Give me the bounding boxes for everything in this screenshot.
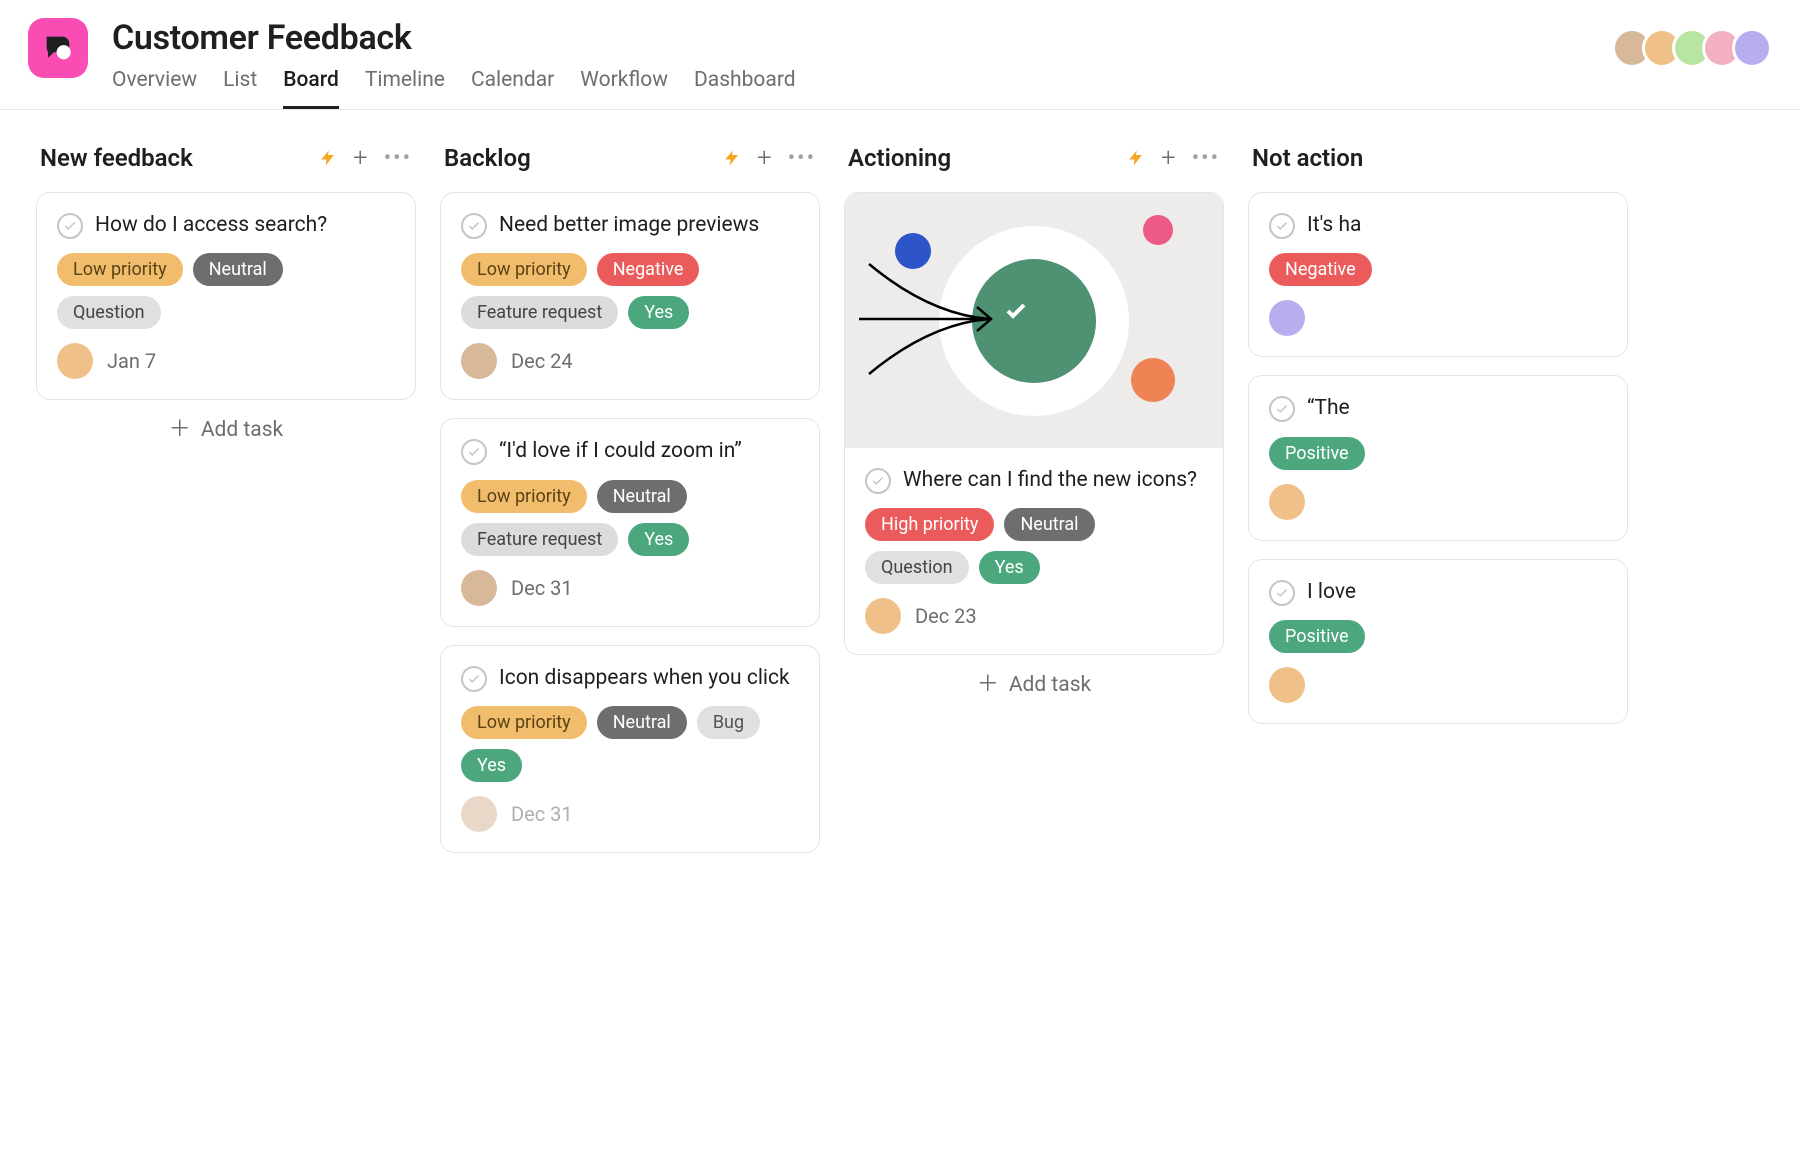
tab-board[interactable]: Board — [283, 68, 339, 109]
column: Actioning + ••• Where can I find the new ic… — [844, 144, 1224, 853]
tag-pill[interactable]: Low priority — [57, 253, 183, 286]
plus-icon: ＋ — [169, 419, 191, 441]
tag-pill[interactable]: Yes — [628, 296, 689, 329]
column-title: New feedback — [40, 144, 193, 172]
add-card-button[interactable]: + — [353, 145, 368, 171]
assignee-avatar[interactable] — [1269, 300, 1305, 336]
tag-pill[interactable]: Yes — [628, 523, 689, 556]
column-title: Backlog — [444, 144, 531, 172]
complete-checkbox[interactable] — [1269, 396, 1295, 422]
column: New feedback + ••• How do I access search? L… — [36, 144, 416, 853]
complete-checkbox[interactable] — [865, 468, 891, 494]
add-card-button[interactable]: + — [757, 145, 772, 171]
assignee-avatar[interactable] — [1269, 667, 1305, 703]
complete-checkbox[interactable] — [461, 439, 487, 465]
task-card[interactable]: Need better image previews Low priority Ne… — [440, 192, 820, 400]
add-card-button[interactable]: + — [1161, 145, 1176, 171]
card-title: Need better image previews — [499, 211, 759, 239]
card-title: It's ha — [1307, 211, 1361, 239]
tab-calendar[interactable]: Calendar — [471, 68, 554, 109]
tag-pill[interactable]: Low priority — [461, 253, 587, 286]
tag-pill[interactable]: Low priority — [461, 480, 587, 513]
board: New feedback + ••• How do I access search? L… — [0, 110, 1800, 887]
assignee-avatar[interactable] — [461, 343, 497, 379]
tag-pill[interactable]: Question — [865, 551, 969, 584]
card-title: I love — [1307, 578, 1356, 606]
complete-checkbox[interactable] — [1269, 213, 1295, 239]
assignee-avatar[interactable] — [461, 796, 497, 832]
project-icon — [28, 18, 88, 78]
due-date: Dec 31 — [511, 576, 573, 600]
card-title: Where can I find the new icons? — [903, 466, 1197, 494]
complete-checkbox[interactable] — [57, 213, 83, 239]
column-title: Not action — [1252, 144, 1363, 172]
column-title: Actioning — [848, 144, 951, 172]
tag-pill[interactable]: High priority — [865, 508, 994, 541]
plus-icon: ＋ — [977, 674, 999, 696]
add-task-label: Add task — [201, 418, 283, 442]
automation-icon[interactable] — [723, 149, 741, 167]
complete-checkbox[interactable] — [461, 666, 487, 692]
task-card[interactable]: Icon disappears when you click Low priori… — [440, 645, 820, 853]
project-tabs: Overview List Board Timeline Calendar Workflo… — [112, 68, 796, 109]
member-avatars[interactable] — [1622, 28, 1772, 68]
add-task-label: Add task — [1009, 673, 1091, 697]
task-card[interactable]: How do I access search? Low priority Neutr… — [36, 192, 416, 400]
tab-overview[interactable]: Overview — [112, 68, 197, 109]
complete-checkbox[interactable] — [1269, 580, 1295, 606]
project-title: Customer Feedback — [112, 18, 796, 58]
assignee-avatar[interactable] — [865, 598, 901, 634]
task-card[interactable]: Where can I find the new icons? High prio… — [844, 192, 1224, 655]
tab-dashboard[interactable]: Dashboard — [694, 68, 796, 109]
add-task-button[interactable]: ＋ Add task — [844, 655, 1224, 703]
task-card[interactable]: “I'd love if I could zoom in” Low priorit… — [440, 418, 820, 626]
tag-pill[interactable]: Feature request — [461, 296, 618, 329]
assignee-avatar[interactable] — [57, 343, 93, 379]
tag-pill[interactable]: Bug — [697, 706, 760, 739]
tag-pill[interactable]: Positive — [1269, 437, 1365, 470]
tag-pill[interactable]: Neutral — [193, 253, 283, 286]
tag-pill[interactable]: Question — [57, 296, 161, 329]
tag-pill[interactable]: Feature request — [461, 523, 618, 556]
task-card[interactable]: It's ha Negative — [1248, 192, 1628, 357]
add-task-button[interactable]: ＋ Add task — [36, 400, 416, 448]
column-menu-icon[interactable]: ••• — [788, 146, 816, 171]
tag-pill[interactable]: Neutral — [597, 706, 687, 739]
tab-list[interactable]: List — [223, 68, 257, 109]
card-title: How do I access search? — [95, 211, 327, 239]
complete-checkbox[interactable] — [461, 213, 487, 239]
automation-icon[interactable] — [1127, 149, 1145, 167]
column: Backlog + ••• Need better image previews Low… — [440, 144, 820, 853]
task-card[interactable]: I love Positive — [1248, 559, 1628, 724]
tab-timeline[interactable]: Timeline — [365, 68, 445, 109]
assignee-avatar[interactable] — [461, 570, 497, 606]
card-cover-image — [845, 193, 1223, 448]
due-date: Dec 24 — [511, 349, 573, 373]
tag-pill[interactable]: Positive — [1269, 620, 1365, 653]
project-header: Customer Feedback Overview List Board Timel… — [0, 0, 1800, 110]
due-date: Dec 31 — [511, 802, 573, 826]
tab-workflow[interactable]: Workflow — [580, 68, 668, 109]
due-date: Dec 23 — [915, 604, 977, 628]
tag-pill[interactable]: Negative — [1269, 253, 1372, 286]
automation-icon[interactable] — [319, 149, 337, 167]
column-menu-icon[interactable]: ••• — [1192, 146, 1220, 171]
tag-pill[interactable]: Negative — [597, 253, 700, 286]
tag-pill[interactable]: Low priority — [461, 706, 587, 739]
assignee-avatar[interactable] — [1269, 484, 1305, 520]
avatar[interactable] — [1732, 28, 1772, 68]
card-title: “I'd love if I could zoom in” — [499, 437, 742, 465]
tag-pill[interactable]: Yes — [979, 551, 1040, 584]
task-card[interactable]: “The Positive — [1248, 375, 1628, 540]
due-date: Jan 7 — [107, 349, 156, 373]
column-menu-icon[interactable]: ••• — [384, 146, 412, 171]
tag-pill[interactable]: Neutral — [1004, 508, 1094, 541]
card-title: Icon disappears when you click — [499, 664, 790, 692]
tag-pill[interactable]: Neutral — [597, 480, 687, 513]
card-title: “The — [1307, 394, 1350, 422]
tag-pill[interactable]: Yes — [461, 749, 522, 782]
column: Not actionIt's haNegative“ThePositiveI l… — [1248, 144, 1628, 853]
